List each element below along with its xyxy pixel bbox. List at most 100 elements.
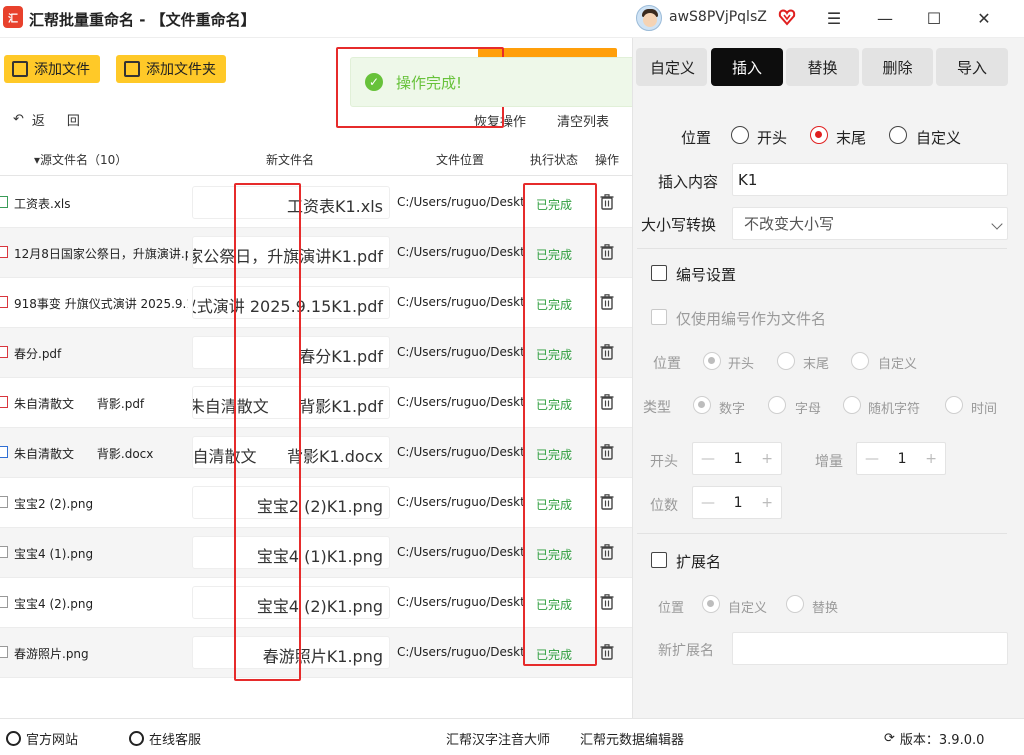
start-value[interactable]: 1: [734, 451, 743, 467]
type-radio-letter[interactable]: [768, 396, 786, 414]
vip-heart-icon[interactable]: [778, 8, 796, 26]
minus-icon[interactable]: —: [701, 451, 715, 467]
table-row[interactable]: 宝宝4 (2).png 宝宝4 (2)K1.png C:/Users/ruguo/D…: [0, 578, 632, 628]
step-value[interactable]: 1: [898, 451, 907, 467]
maximize-button[interactable]: ☐: [919, 4, 949, 32]
ext-radio-custom[interactable]: [702, 595, 720, 613]
add-folder-button[interactable]: 添加文件夹: [116, 55, 226, 83]
clear-list-button[interactable]: 清空列表: [557, 111, 609, 130]
tab-delete[interactable]: 删除: [862, 48, 933, 86]
col-source[interactable]: ▾源文件名（10）: [34, 151, 127, 168]
only-number-checkbox[interactable]: [651, 309, 667, 325]
tool1-link[interactable]: 汇帮汉字注音大师: [446, 729, 550, 748]
position-radio-custom[interactable]: [889, 126, 907, 144]
numbering-checkbox[interactable]: [651, 265, 667, 281]
table-row[interactable]: 宝宝4 (1).png 宝宝4 (1)K1.png C:/Users/ruguo/D…: [0, 528, 632, 578]
new-filename-field[interactable]: 宝宝4 (2)K1.png: [192, 586, 390, 619]
num-pos-radio-end[interactable]: [777, 352, 795, 370]
new-ext-input[interactable]: [732, 632, 1008, 665]
case-select[interactable]: 不改变大小写: [732, 207, 1008, 240]
table-row[interactable]: 春分.pdf 春分K1.pdf C:/Users/ruguo/Deskt 已完成: [0, 328, 632, 378]
new-filename-field[interactable]: 朱自清散文 背影K1.docx: [192, 436, 390, 469]
trash-icon[interactable]: [600, 444, 614, 460]
position-custom-label[interactable]: 自定义: [916, 127, 961, 148]
new-filename-field[interactable]: 工资表K1.xls: [192, 186, 390, 219]
trash-icon[interactable]: [600, 544, 614, 560]
tab-import[interactable]: 导入: [936, 48, 1008, 86]
table-row[interactable]: 工资表.xls 工资表K1.xls C:/Users/ruguo/Deskt 已完成: [0, 178, 632, 228]
new-filename-field[interactable]: 春分K1.pdf: [192, 336, 390, 369]
close-button[interactable]: ✕: [969, 4, 999, 32]
add-file-button[interactable]: 添加文件: [4, 55, 100, 83]
num-pos-custom-label[interactable]: 自定义: [878, 353, 917, 372]
version-info[interactable]: ⟳ 版本：3.9.0.0: [884, 729, 984, 748]
type-random-label[interactable]: 随机字符: [868, 398, 920, 417]
numbering-label[interactable]: 编号设置: [676, 264, 736, 285]
position-radio-end[interactable]: [810, 126, 828, 144]
table-row[interactable]: 春游照片.png 春游照片K1.png C:/Users/ruguo/Deskt 已完…: [0, 628, 632, 678]
new-filename-field[interactable]: 宝宝4 (1)K1.png: [192, 536, 390, 569]
table-row[interactable]: 朱自清散文 背影.pdf 朱自清散文 背影K1.pdf C:/Users/ruguo…: [0, 378, 632, 428]
trash-icon[interactable]: [600, 194, 614, 210]
tab-replace[interactable]: 替换: [786, 48, 859, 86]
username[interactable]: awS8PVjPqlsZ: [669, 9, 767, 25]
table-row[interactable]: 朱自清散文 背影.docx 朱自清散文 背影K1.docx C:/Users/rug…: [0, 428, 632, 478]
plus-icon[interactable]: +: [925, 451, 937, 467]
new-filename-field[interactable]: 朱自清散文 背影K1.pdf: [192, 386, 390, 419]
step-stepper[interactable]: — 1 +: [856, 442, 946, 475]
table-row[interactable]: 918事变 升旗仪式演讲 2025.9.15.pdf 仪式演讲 2025.9.15…: [0, 278, 632, 328]
back-button[interactable]: ↶ 返 回: [13, 110, 80, 129]
plus-icon[interactable]: +: [761, 495, 773, 511]
position-end-label[interactable]: 末尾: [836, 127, 866, 148]
trash-icon[interactable]: [600, 244, 614, 260]
table-row[interactable]: 宝宝2 (2).png 宝宝2 (2)K1.png C:/Users/ruguo/D…: [0, 478, 632, 528]
trash-icon[interactable]: [600, 294, 614, 310]
new-filename-field[interactable]: 宝宝2 (2)K1.png: [192, 486, 390, 519]
minimize-button[interactable]: —: [870, 4, 900, 32]
trash-icon[interactable]: [600, 644, 614, 660]
num-pos-end-label[interactable]: 末尾: [803, 353, 829, 372]
tab-custom[interactable]: 自定义: [636, 48, 707, 86]
trash-icon[interactable]: [600, 594, 614, 610]
plus-icon[interactable]: +: [761, 451, 773, 467]
type-radio-time[interactable]: [945, 396, 963, 414]
digits-stepper[interactable]: — 1 +: [692, 486, 782, 519]
num-pos-start-label[interactable]: 开头: [728, 353, 754, 372]
table-row[interactable]: 12月8日国家公祭日，升旗演讲.pdf 家公祭日，升旗演讲K1.pdf C:/Use…: [0, 228, 632, 278]
minus-icon[interactable]: —: [701, 495, 715, 511]
type-radio-random[interactable]: [843, 396, 861, 414]
user-avatar[interactable]: [636, 5, 662, 31]
online-service-link[interactable]: 在线客服: [129, 729, 201, 748]
num-pos-radio-start[interactable]: [703, 352, 721, 370]
extension-checkbox[interactable]: [651, 552, 667, 568]
insert-content-input[interactable]: K1: [732, 163, 1008, 196]
status-badge: 已完成: [536, 348, 573, 362]
tool2-link[interactable]: 汇帮元数据编辑器: [580, 729, 684, 748]
ext-radio-replace[interactable]: [786, 595, 804, 613]
official-site-link[interactable]: 官方网站: [6, 729, 78, 748]
digits-value[interactable]: 1: [734, 495, 743, 511]
start-stepper[interactable]: — 1 +: [692, 442, 782, 475]
menu-icon[interactable]: ☰: [819, 4, 849, 32]
ext-custom-label[interactable]: 自定义: [728, 597, 767, 616]
trash-icon[interactable]: [600, 394, 614, 410]
restore-button[interactable]: 恢复操作: [474, 111, 526, 130]
col-location: 文件位置: [436, 153, 485, 167]
new-filename-field[interactable]: 春游照片K1.png: [192, 636, 390, 669]
trash-icon[interactable]: [600, 494, 614, 510]
minus-icon[interactable]: —: [865, 451, 879, 467]
type-time-label[interactable]: 时间: [971, 398, 997, 417]
trash-icon[interactable]: [600, 344, 614, 360]
new-filename-field[interactable]: 家公祭日，升旗演讲K1.pdf: [192, 236, 390, 269]
type-letter-label[interactable]: 字母: [795, 398, 821, 417]
tab-insert[interactable]: 插入: [711, 48, 783, 86]
type-number-label[interactable]: 数字: [719, 398, 745, 417]
position-start-label[interactable]: 开头: [757, 127, 787, 148]
position-radio-start[interactable]: [731, 126, 749, 144]
num-pos-radio-custom[interactable]: [851, 352, 869, 370]
new-filename-field[interactable]: 仪式演讲 2025.9.15K1.pdf: [192, 286, 390, 319]
type-radio-number[interactable]: [693, 396, 711, 414]
ext-replace-label[interactable]: 替换: [812, 597, 838, 616]
extension-label[interactable]: 扩展名: [676, 551, 721, 572]
only-number-label[interactable]: 仅使用编号作为文件名: [676, 308, 826, 329]
